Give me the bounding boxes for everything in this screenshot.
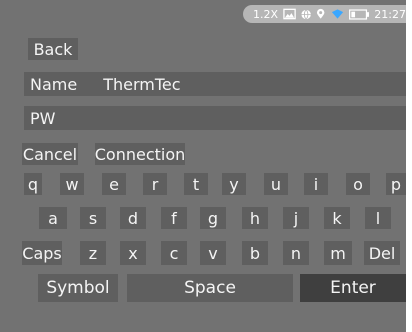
- key-k[interactable]: k: [324, 207, 350, 229]
- key-r[interactable]: r: [143, 173, 167, 195]
- image-icon: [283, 8, 296, 20]
- key-w[interactable]: w: [60, 173, 84, 195]
- key-a[interactable]: a: [39, 207, 67, 229]
- globe-icon: [301, 9, 311, 19]
- key-i[interactable]: i: [304, 173, 328, 195]
- space-key[interactable]: Space: [127, 274, 293, 302]
- key-m[interactable]: m: [324, 241, 352, 265]
- key-p[interactable]: p: [386, 173, 406, 195]
- key-c[interactable]: c: [161, 241, 187, 265]
- key-d[interactable]: d: [120, 207, 146, 229]
- key-g[interactable]: g: [200, 207, 226, 229]
- key-j[interactable]: j: [283, 207, 309, 229]
- key-q[interactable]: q: [24, 173, 42, 195]
- symbol-key[interactable]: Symbol: [38, 274, 118, 302]
- key-y[interactable]: y: [222, 173, 246, 195]
- key-l[interactable]: l: [365, 207, 391, 229]
- zoom-indicator: 1.2X: [253, 7, 279, 21]
- connection-button[interactable]: Connection: [95, 143, 185, 165]
- key-b[interactable]: b: [242, 241, 268, 265]
- key-z[interactable]: z: [80, 241, 106, 265]
- key-o[interactable]: o: [346, 173, 370, 195]
- enter-key[interactable]: Enter: [300, 274, 406, 302]
- clock: 21:27: [374, 7, 406, 21]
- delete-key[interactable]: Del: [364, 241, 400, 265]
- device-screen: 1.2X 21:27 Back Name ThermTec PW Cancel …: [0, 0, 406, 332]
- key-e[interactable]: e: [102, 173, 126, 195]
- key-s[interactable]: s: [80, 207, 106, 229]
- key-n[interactable]: n: [283, 241, 309, 265]
- name-label: Name: [30, 74, 78, 94]
- back-button[interactable]: Back: [28, 38, 78, 60]
- password-field[interactable]: PW: [24, 106, 406, 130]
- key-u[interactable]: u: [264, 173, 288, 195]
- wifi-icon: [331, 9, 343, 19]
- password-label: PW: [30, 108, 56, 128]
- name-field[interactable]: Name ThermTec: [24, 72, 406, 96]
- cancel-button[interactable]: Cancel: [22, 143, 78, 165]
- key-t[interactable]: t: [184, 173, 208, 195]
- battery-icon: [348, 8, 369, 20]
- status-bar: 1.2X 21:27: [243, 5, 406, 23]
- name-value: ThermTec: [103, 74, 181, 94]
- location-icon: [317, 8, 325, 19]
- key-x[interactable]: x: [120, 241, 146, 265]
- caps-key[interactable]: Caps: [22, 241, 62, 265]
- key-h[interactable]: h: [242, 207, 268, 229]
- key-f[interactable]: f: [161, 207, 187, 229]
- key-v[interactable]: v: [200, 241, 226, 265]
